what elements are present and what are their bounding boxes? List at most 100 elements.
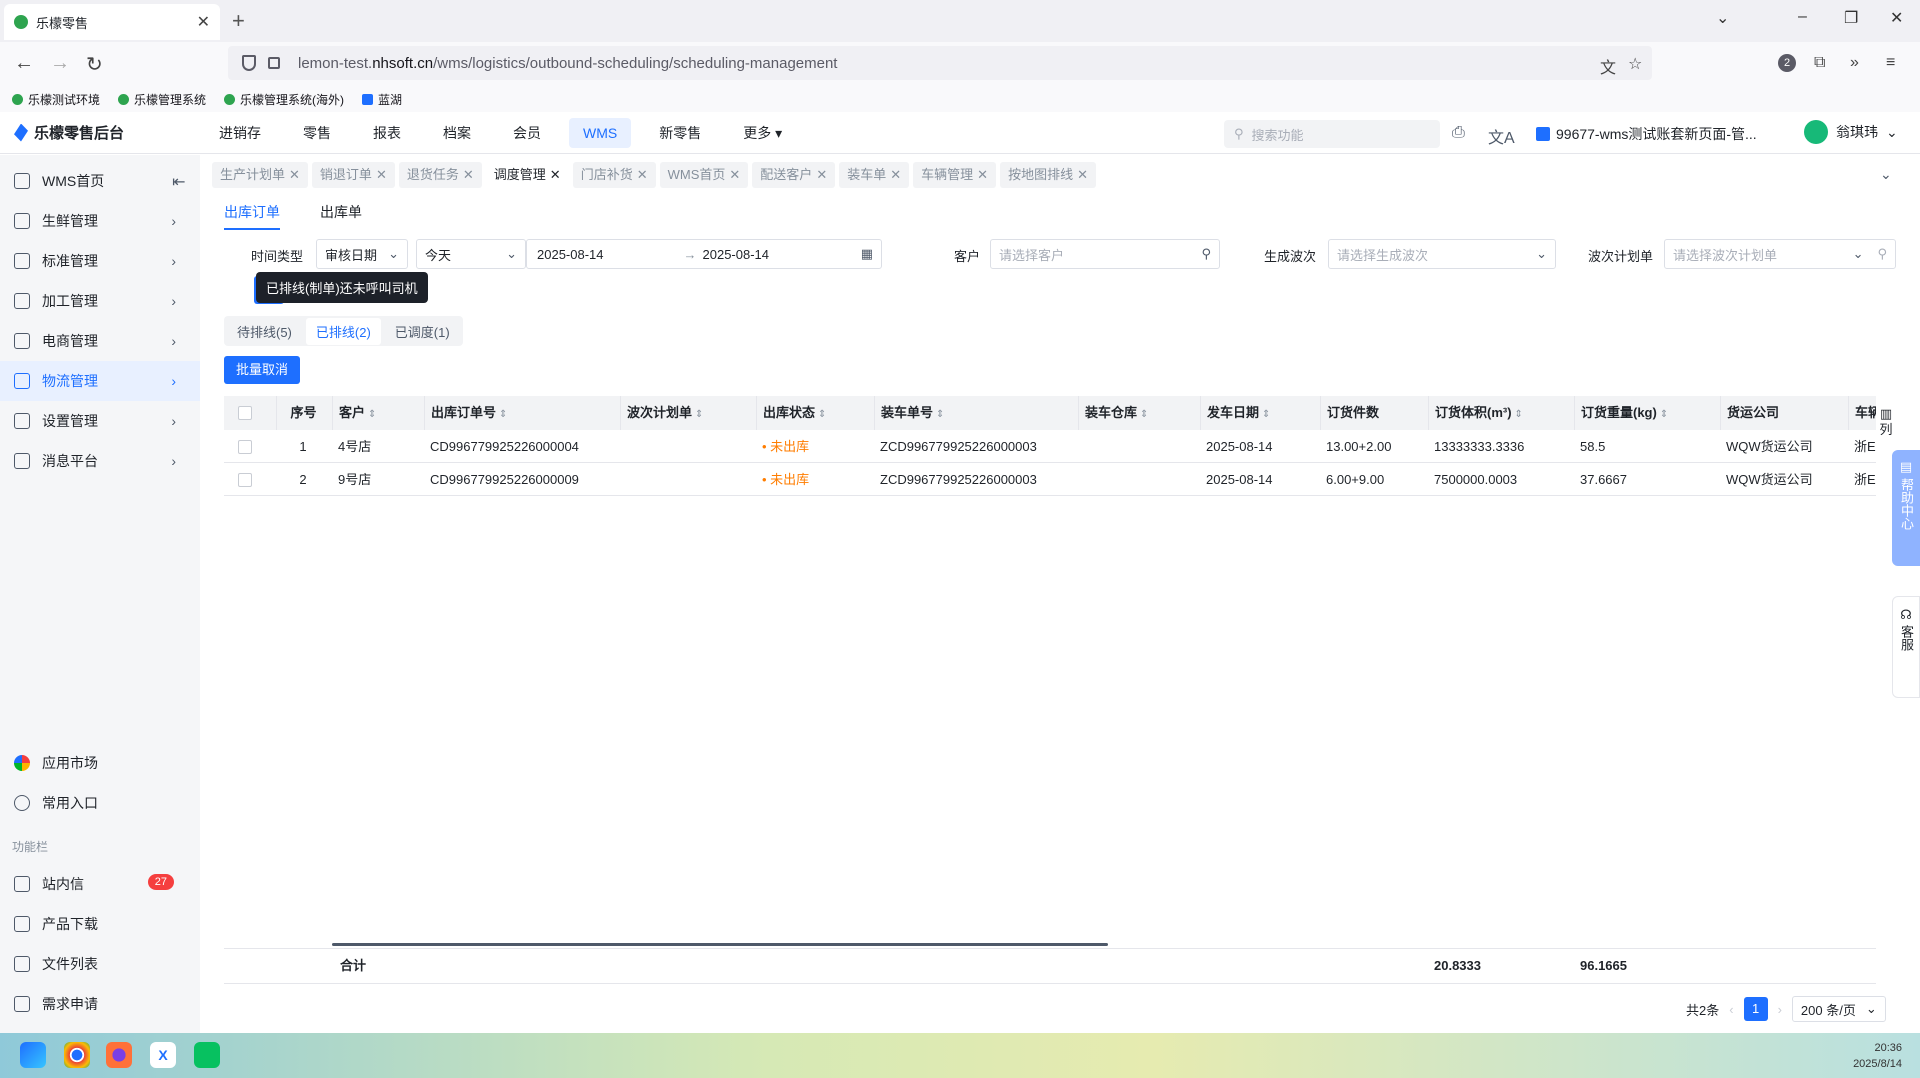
page-tab[interactable]: 按地图排线 ✕ — [1000, 162, 1096, 188]
search-icon[interactable]: ⚲ — [1877, 246, 1887, 262]
page-tab[interactable]: 门店补货 ✕ — [572, 162, 656, 188]
language-icon[interactable]: 文A — [1488, 124, 1515, 148]
sidebar-item-wms-home[interactable]: WMS首页 — [0, 161, 200, 201]
translate-icon[interactable]: 文 — [1600, 54, 1616, 78]
tab-outbound-docs[interactable]: 出库单 — [320, 202, 362, 230]
bookmark-star-icon[interactable]: ☆ — [1628, 54, 1642, 74]
col-customer[interactable]: 客户 ⇕ — [332, 396, 422, 430]
tab-routed[interactable]: 已排线(2) — [305, 317, 381, 345]
col-warehouse[interactable]: 装车仓库 ⇕ — [1078, 396, 1198, 430]
cell-order-no[interactable]: CD996779925226000009 — [424, 463, 579, 496]
nav-item[interactable]: 档案 — [429, 118, 485, 148]
taskbar-clock[interactable]: 20:36 2025/8/14 — [1853, 1040, 1902, 1072]
column-settings-button[interactable]: ▥ 列 — [1878, 406, 1894, 438]
sidebar-item-files[interactable]: 文件列表 — [0, 944, 200, 984]
print-icon[interactable]: ⎙ — [1452, 124, 1465, 142]
close-window-icon[interactable]: ✕ — [1890, 8, 1903, 28]
row-checkbox[interactable] — [238, 440, 252, 454]
wave-plan-select[interactable]: 请选择波次计划单 ⌄ ⚲ — [1664, 239, 1896, 269]
bookmark-item[interactable]: 乐檬管理系统(海外) — [224, 91, 344, 108]
nav-item[interactable]: 会员 — [499, 118, 555, 148]
close-icon[interactable]: ✕ — [890, 167, 901, 182]
sidebar-item-logistics[interactable]: 物流管理 › — [0, 361, 200, 401]
col-weight[interactable]: 订货重量(kg) ⇕ — [1574, 396, 1718, 430]
close-icon[interactable]: ✕ — [376, 167, 387, 182]
account-switcher[interactable]: 99677-wms测试账套新页面-管... — [1536, 124, 1757, 144]
tab-outbound-orders[interactable]: 出库订单 — [224, 202, 280, 230]
chrome-icon[interactable] — [64, 1042, 90, 1068]
cell-load-no[interactable]: ZCD996779925226000003 — [874, 463, 1037, 496]
page-tab[interactable]: 配送客户 ✕ — [752, 162, 836, 188]
x-app-icon[interactable]: X — [150, 1042, 176, 1068]
close-icon[interactable]: ✕ — [289, 167, 300, 182]
wechat-icon[interactable] — [194, 1042, 220, 1068]
function-search-input[interactable]: ⚲ 搜索功能 — [1224, 120, 1440, 148]
nav-item-more[interactable]: 更多 ▾ — [729, 118, 796, 148]
sidebar-item-app-market[interactable]: 应用市场 — [0, 743, 200, 783]
page-tab[interactable]: 生产计划单 ✕ — [212, 162, 308, 188]
bookmark-item[interactable]: 乐檬管理系统 — [118, 91, 206, 108]
sidebar-item-fresh[interactable]: 生鲜管理 › — [0, 201, 200, 241]
close-icon[interactable]: ✕ — [550, 167, 561, 182]
nav-item[interactable]: 新零售 — [645, 118, 715, 148]
forward-icon[interactable]: → — [50, 52, 70, 75]
tab-pending-routing[interactable]: 待排线(5) — [227, 318, 302, 345]
horizontal-scrollbar[interactable] — [332, 943, 1108, 946]
minimize-icon[interactable]: – — [1798, 8, 1807, 26]
close-icon[interactable]: ✕ — [977, 167, 988, 182]
sidebar-item-messages[interactable]: 消息平台 › — [0, 441, 200, 481]
extensions-icon[interactable]: ⧉ — [1814, 54, 1825, 72]
page-tab[interactable]: WMS首页 ✕ — [659, 162, 749, 188]
bookmark-item[interactable]: 乐檬测试环境 — [12, 91, 100, 108]
row-checkbox[interactable] — [238, 473, 252, 487]
batch-cancel-button[interactable]: 批量取消 — [224, 356, 301, 384]
app-logo[interactable]: 乐檬零售后台 — [14, 122, 124, 143]
windows-start-icon[interactable] — [20, 1042, 46, 1068]
back-icon[interactable]: ← — [14, 52, 34, 75]
tab-list-icon[interactable]: ⌄ — [1716, 8, 1729, 28]
sidebar-item-settings[interactable]: 设置管理 › — [0, 401, 200, 441]
firefox-icon[interactable] — [106, 1042, 132, 1068]
chevron-down-icon[interactable]: ⌄ — [1880, 166, 1892, 183]
close-icon[interactable]: ✕ — [463, 167, 474, 182]
col-order-no[interactable]: 出库订单号 ⇕ — [424, 396, 618, 430]
date-range-preset-select[interactable]: 今天 ⌄ — [416, 239, 526, 269]
nav-item[interactable]: 报表 — [359, 118, 415, 148]
close-icon[interactable]: ✕ — [729, 167, 740, 182]
close-tab-icon[interactable]: ✕ — [197, 12, 210, 32]
close-icon[interactable]: ✕ — [1077, 167, 1088, 182]
url-bar[interactable]: lemon-test. nhsoft.cn/wms/logistics/outbo… — [228, 46, 1652, 80]
close-icon[interactable]: ✕ — [816, 167, 827, 182]
sidebar-item-requests[interactable]: 需求申请 — [0, 984, 200, 1024]
col-volume[interactable]: 订货体积(m³) ⇕ — [1428, 396, 1572, 430]
bookmark-item[interactable]: 蓝湖 — [362, 91, 402, 108]
extension-badge[interactable]: 2 — [1778, 54, 1796, 72]
page-tab[interactable]: 车辆管理 ✕ — [913, 162, 997, 188]
nav-item[interactable]: 零售 — [289, 118, 345, 148]
prev-page-icon[interactable]: ‹ — [1729, 1002, 1733, 1017]
menu-icon[interactable]: ≡ — [1886, 54, 1895, 72]
overflow-icon[interactable]: » — [1850, 54, 1859, 72]
reload-icon[interactable]: ↻ — [86, 52, 103, 77]
nav-item-active[interactable]: WMS — [569, 118, 632, 148]
cell-order-no[interactable]: CD996779925226000004 — [424, 430, 579, 463]
tracking-shield-icon[interactable] — [242, 55, 256, 71]
page-tab[interactable]: 销退订单 ✕ — [311, 162, 395, 188]
page-tab[interactable]: 退货任务 ✕ — [398, 162, 482, 188]
sidebar-item-inbox[interactable]: 站内信 27 — [0, 864, 200, 904]
new-tab-icon[interactable]: + — [232, 8, 245, 34]
time-type-select[interactable]: 审核日期 ⌄ — [316, 239, 408, 269]
restore-icon[interactable]: ❐ — [1844, 8, 1858, 28]
sidebar-item-standard[interactable]: 标准管理 › — [0, 241, 200, 281]
sidebar-item-ecommerce[interactable]: 电商管理 › — [0, 321, 200, 361]
lock-icon[interactable] — [268, 57, 280, 69]
next-page-icon[interactable]: › — [1778, 1002, 1782, 1017]
select-all-checkbox[interactable] — [238, 406, 252, 420]
page-number[interactable]: 1 — [1743, 997, 1768, 1021]
tab-dispatched[interactable]: 已调度(1) — [385, 318, 460, 345]
close-icon[interactable]: ✕ — [637, 167, 648, 182]
col-status[interactable]: 出库状态 ⇕ — [756, 396, 872, 430]
col-date[interactable]: 发车日期 ⇕ — [1200, 396, 1318, 430]
customer-service-button[interactable]: ☊ 客服 — [1892, 596, 1920, 698]
date-range-picker[interactable]: 2025-08-14 → 2025-08-14 ▦ — [526, 239, 882, 269]
